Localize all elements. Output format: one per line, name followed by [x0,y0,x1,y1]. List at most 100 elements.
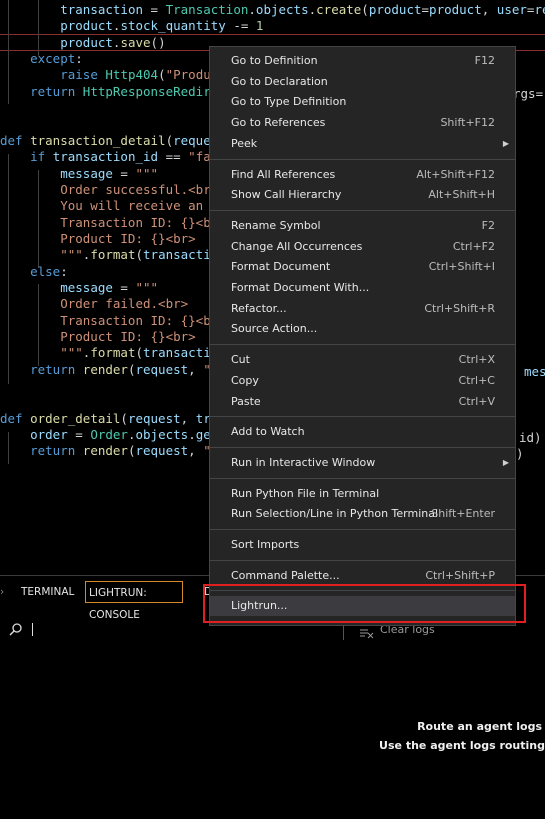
code-line: order = Order.objects.ge [30,427,211,443]
menu-item-run-python-file-in-terminal[interactable]: Run Python File in Terminal [210,484,515,504]
info-text-routing: Use the agent logs routing [379,739,545,752]
menu-item-label: Format Document With... [231,281,370,294]
menu-item-label: Run in Interactive Window [231,455,376,469]
chevron-right-icon: ▶ [502,138,509,148]
code-line: return HttpResponseRedir [30,83,211,99]
code-line: else: [30,263,68,279]
menu-item-shortcut: Shift+Enter [431,507,495,521]
menu-item-shortcut: Ctrl+Shift+I [428,260,495,274]
filter-input-caret[interactable] [32,623,33,636]
menu-item-copy[interactable]: Copy Ctrl+C [210,371,515,391]
menu-separator [210,158,515,160]
code-line: transaction = Transaction.objects.create… [60,2,545,17]
code-fragment: id) [519,430,542,445]
code-line: return render(request, " [30,361,211,377]
menu-item-show-call-hierarchy[interactable]: Show Call Hierarchy Alt+Shift+H [210,185,515,205]
info-text-route: Route an agent logs [417,720,542,733]
menu-separator [210,559,515,561]
menu-item-label: Go to References [231,116,326,130]
menu-item-label: Cut [231,353,250,367]
menu-item-shortcut: F2 [481,218,495,232]
code-fragment: mes [524,364,545,379]
menu-item-add-to-watch[interactable]: Add to Watch [210,422,515,442]
menu-item-run-selection-line-in-python-terminal[interactable]: Run Selection/Line in Python Terminal Shi… [210,504,515,524]
menu-separator [210,344,515,346]
menu-item-source-action[interactable]: Source Action... [210,319,515,339]
filter-icon[interactable] [9,622,23,641]
code-line: Order successful.<br> [0,181,219,197]
menu-item-sort-imports[interactable]: Sort Imports [210,535,515,555]
menu-separator [210,209,515,211]
menu-separator [210,446,515,448]
code-line: Order failed.<br> [0,296,189,312]
menu-item-label: Add to Watch [231,425,305,439]
code-line: raise Http404("Product [60,67,226,83]
menu-item-peek[interactable]: Peek ▶ [210,134,515,154]
menu-item-refactor[interactable]: Refactor... Ctrl+Shift+R [210,299,515,319]
menu-item-label: Show Call Hierarchy [231,188,342,202]
code-fragment: rgs= [513,86,544,101]
highlight-box-annotation [203,584,526,623]
menu-item-command-palette[interactable]: Command Palette... Ctrl+Shift+P [210,566,515,586]
menu-item-shortcut: F12 [474,54,495,67]
menu-separator [210,477,515,479]
context-menu: Go to Definition F12 Go to Declaration Go t… [209,46,516,626]
code-line: Product ID: {}<br> [0,329,196,344]
menu-item-shortcut: Ctrl+Shift+P [425,568,495,582]
menu-item-label: Go to Declaration [231,74,328,88]
code-line: """.format(transacti [60,247,211,263]
menu-separator [210,529,515,530]
menu-item-run-in-interactive-window[interactable]: Run in Interactive Window ▶ [210,453,515,473]
code-line: message = """ [60,165,159,181]
code-line: Product ID: {}<br> [0,230,196,246]
menu-item-label: Change All Occurrences [231,239,363,253]
code-line: message = """ [60,279,159,295]
menu-item-label: Find All References [231,167,336,181]
menu-item-shortcut: Ctrl+C [458,373,495,387]
tab-overflow-chevron: › [0,586,5,598]
menu-item-shortcut: Alt+Shift+H [428,188,495,202]
code-line: except: [30,51,83,67]
menu-item-label: Run Selection/Line in Python Terminal [231,507,439,521]
menu-item-go-to-type-definition[interactable]: Go to Type Definition [210,92,515,112]
tab-terminal[interactable]: TERMINAL [18,581,77,603]
code-fragment: ) [516,446,524,461]
code-line: def order_detail(request, tr [0,410,211,426]
menu-item-find-all-references[interactable]: Find All References Alt+Shift+F12 [210,165,515,185]
menu-item-change-all-occurrences[interactable]: Change All Occurrences Ctrl+F2 [210,237,515,257]
menu-item-label: Peek [231,136,258,150]
menu-item-label: Rename Symbol [231,218,321,232]
tab-lightrun-console[interactable]: LIGHTRUN: CONSOLE [85,581,183,621]
menu-item-format-document[interactable]: Format Document Ctrl+Shift+I [210,257,515,277]
menu-item-shortcut: Shift+F12 [440,116,495,130]
menu-item-label: Go to Type Definition [231,95,347,109]
chevron-right-icon: ▶ [502,457,509,467]
menu-item-rename-symbol[interactable]: Rename Symbol F2 [210,216,515,236]
code-line: return render(request, " [30,443,211,459]
menu-item-label: Refactor... [231,301,287,315]
menu-item-label: Source Action... [231,322,318,336]
menu-item-label: Command Palette... [231,568,340,582]
code-line: You will receive an [0,198,204,214]
menu-item-shortcut: Ctrl+F2 [452,239,495,253]
menu-item-shortcut: Alt+Shift+F12 [416,167,495,181]
menu-item-label: Paste [231,394,261,408]
code-line: product.save() [60,34,166,50]
menu-item-label: Sort Imports [231,538,300,551]
code-line: def transaction_detail(reque [0,132,211,148]
menu-item-label: Go to Definition [231,54,318,67]
menu-item-shortcut: Ctrl+Shift+R [424,301,495,315]
menu-item-go-to-declaration[interactable]: Go to Declaration [210,72,515,92]
code-line: Transaction ID: {}<b [0,214,211,230]
menu-separator [210,416,515,418]
menu-item-cut[interactable]: Cut Ctrl+X [210,350,515,370]
menu-item-go-to-definition[interactable]: Go to Definition F12 [210,51,515,71]
menu-item-label: Run Python File in Terminal [231,486,380,500]
clear-logs-icon[interactable] [360,624,374,643]
menu-item-label: Copy [231,373,259,387]
code-line: product.stock_quantity -= 1 [60,18,264,34]
menu-item-shortcut: Ctrl+X [458,353,495,367]
menu-item-format-document-with[interactable]: Format Document With... [210,278,515,298]
menu-item-go-to-references[interactable]: Go to References Shift+F12 [210,113,515,133]
menu-item-paste[interactable]: Paste Ctrl+V [210,392,515,412]
